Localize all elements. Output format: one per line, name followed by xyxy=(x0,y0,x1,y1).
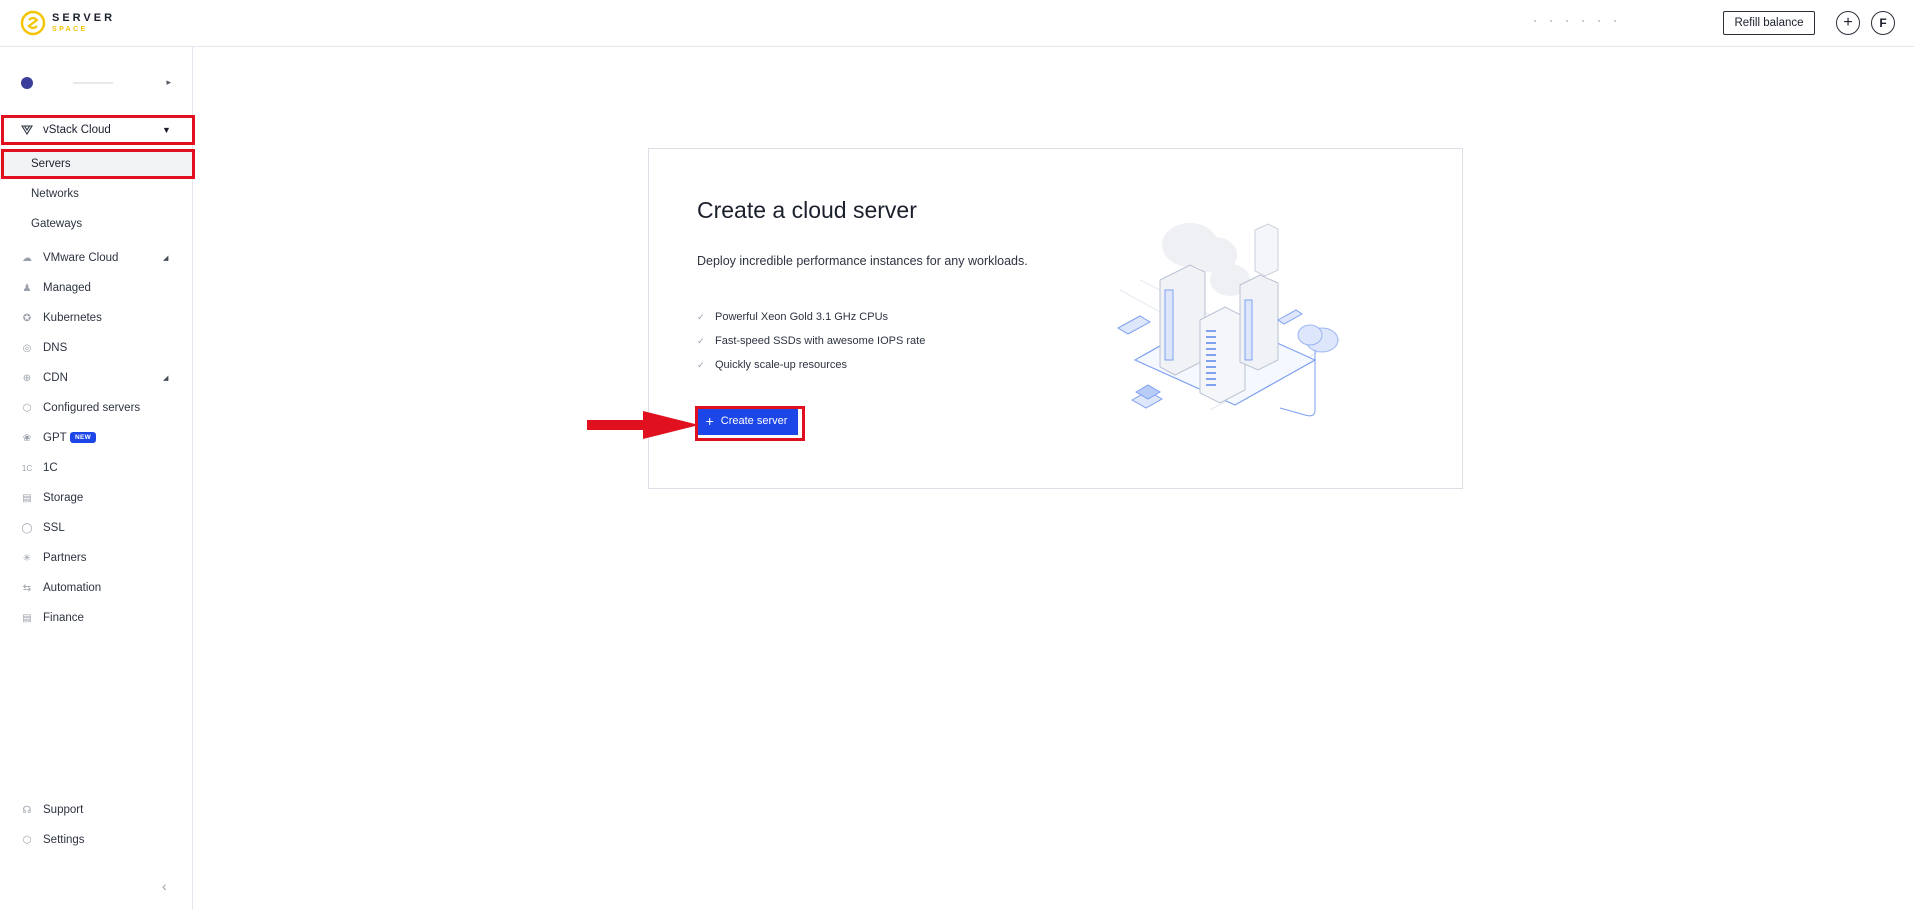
server-illustration xyxy=(1116,223,1341,417)
sidebar-item-vstack-cloud[interactable]: vStack Cloud ▼ xyxy=(0,116,193,144)
sidebar-item-dns[interactable]: ◎ DNS xyxy=(0,334,193,362)
card-description: Deploy incredible performance instances … xyxy=(697,254,1028,268)
globe-icon: ⊕ xyxy=(22,372,32,384)
sidebar-item-vmware-cloud[interactable]: ☁ VMware Cloud ◢ xyxy=(0,244,193,272)
feature-text: Powerful Xeon Gold 3.1 GHz CPUs xyxy=(715,311,889,323)
logo[interactable]: SERVER SPACE xyxy=(20,10,115,36)
collapse-sidebar-icon[interactable]: ‹ xyxy=(162,878,167,894)
check-icon: ✓ xyxy=(697,335,705,346)
sidebar-item-label: Kubernetes xyxy=(43,312,102,324)
sidebar-item-label: Servers xyxy=(31,158,71,170)
sidebar-item-1c[interactable]: 1C 1C xyxy=(0,454,193,482)
feature-text: Fast-speed SSDs with awesome IOPS rate xyxy=(715,335,926,347)
shield-icon: ◯ xyxy=(21,522,33,534)
sidebar-item-label: Finance xyxy=(43,612,84,624)
top-header: SERVER SPACE Refill balance + F xyxy=(0,0,1914,47)
sidebar-item-cdn[interactable]: ⊕ CDN ◢ xyxy=(0,364,193,392)
sidebar-item-label: Support xyxy=(43,804,84,816)
sidebar-item-servers[interactable]: Servers xyxy=(0,150,193,178)
plus-icon[interactable]: + xyxy=(1836,11,1860,35)
red-arrow-annotation xyxy=(587,411,699,439)
sidebar-item-partners[interactable]: ✳ Partners xyxy=(0,544,193,572)
account-switcher[interactable]: ▸ xyxy=(21,75,171,91)
create-server-label: Create server xyxy=(720,415,788,427)
automation-icon: ⇆ xyxy=(22,582,32,594)
sidebar-item-label: VMware Cloud xyxy=(43,252,119,264)
hexagon-icon: ⬡ xyxy=(22,402,32,414)
sidebar-item-label: SSL xyxy=(43,522,65,534)
page-title: Create a cloud server xyxy=(697,197,917,223)
sidebar-item-label: vStack Cloud xyxy=(43,124,111,136)
sidebar-item-label: Partners xyxy=(43,552,87,564)
kubernetes-icon: ✪ xyxy=(22,312,32,324)
sidebar-item-settings[interactable]: ⬡ Settings xyxy=(0,826,193,854)
sidebar-item-label: Configured servers xyxy=(43,402,141,414)
headset-icon: ☊ xyxy=(22,804,32,816)
check-icon: ✓ xyxy=(697,311,705,322)
chevron-right-icon: ▸ xyxy=(166,77,171,87)
dns-icon: ◎ xyxy=(22,342,32,354)
document-icon: ▤ xyxy=(22,612,32,624)
create-server-button[interactable]: + Create server xyxy=(695,407,798,435)
sidebar-item-label: Networks xyxy=(31,188,79,200)
sidebar-item-storage[interactable]: ▤ Storage xyxy=(0,484,193,512)
caret-up-icon: ◢ xyxy=(163,375,169,382)
sidebar-item-kubernetes[interactable]: ✪ Kubernetes xyxy=(0,304,193,332)
partners-icon: ✳ xyxy=(22,552,32,564)
caret-down-icon: ▼ xyxy=(162,125,171,135)
sidebar-item-label: DNS xyxy=(43,342,68,354)
sidebar-item-label: Gateways xyxy=(31,218,83,230)
feature-text: Quickly scale-up resources xyxy=(715,359,848,371)
sidebar-item-finance[interactable]: ▤ Finance xyxy=(0,604,193,632)
cloud-icon: ☁ xyxy=(22,252,32,264)
check-icon: ✓ xyxy=(697,359,705,370)
feature-item: ✓ Powerful Xeon Gold 3.1 GHz CPUs xyxy=(697,311,888,323)
sidebar-item-label: Storage xyxy=(43,492,84,504)
sidebar-item-gateways[interactable]: Gateways xyxy=(0,210,193,238)
sidebar-item-gpt[interactable]: ❀ GPT NEW xyxy=(0,424,193,452)
sidebar-item-networks[interactable]: Networks xyxy=(0,180,193,208)
plus-icon: + xyxy=(705,413,714,429)
sidebar-item-label: Settings xyxy=(43,834,85,846)
logo-icon xyxy=(20,10,46,36)
sidebar-item-label: Managed xyxy=(43,282,91,294)
sidebar-item-label: CDN xyxy=(43,372,68,384)
new-badge: NEW xyxy=(70,432,97,443)
sidebar-item-label: 1C xyxy=(43,462,58,474)
account-avatar-icon xyxy=(21,77,33,89)
gear-icon: ⬡ xyxy=(22,834,32,846)
feature-item: ✓ Fast-speed SSDs with awesome IOPS rate xyxy=(697,335,925,347)
sidebar-item-configured-servers[interactable]: ⬡ Configured servers xyxy=(0,394,193,422)
sidebar-item-automation[interactable]: ⇆ Automation xyxy=(0,574,193,602)
avatar[interactable]: F xyxy=(1871,11,1895,35)
feature-item: ✓ Quickly scale-up resources xyxy=(697,359,847,371)
sidebar-item-label: Automation xyxy=(43,582,102,594)
header-blurred-info xyxy=(1534,20,1664,24)
sidebar-item-label: GPT xyxy=(43,432,67,444)
account-name-blurred xyxy=(73,82,113,84)
sidebar-item-support[interactable]: ☊ Support xyxy=(0,796,193,824)
caret-up-icon: ◢ xyxy=(163,255,169,262)
onec-icon: 1C xyxy=(21,463,33,473)
logo-text-primary: SERVER xyxy=(52,12,116,24)
logo-text-secondary: SPACE xyxy=(52,26,88,33)
vstack-icon xyxy=(21,124,33,136)
refill-balance-button[interactable]: Refill balance xyxy=(1723,11,1815,35)
sidebar-item-managed[interactable]: ♟ Managed xyxy=(0,274,193,302)
storage-icon: ▤ xyxy=(22,492,32,504)
user-icon: ♟ xyxy=(22,282,32,294)
sidebar-item-ssl[interactable]: ◯ SSL xyxy=(0,514,193,542)
gpt-icon: ❀ xyxy=(22,432,32,444)
